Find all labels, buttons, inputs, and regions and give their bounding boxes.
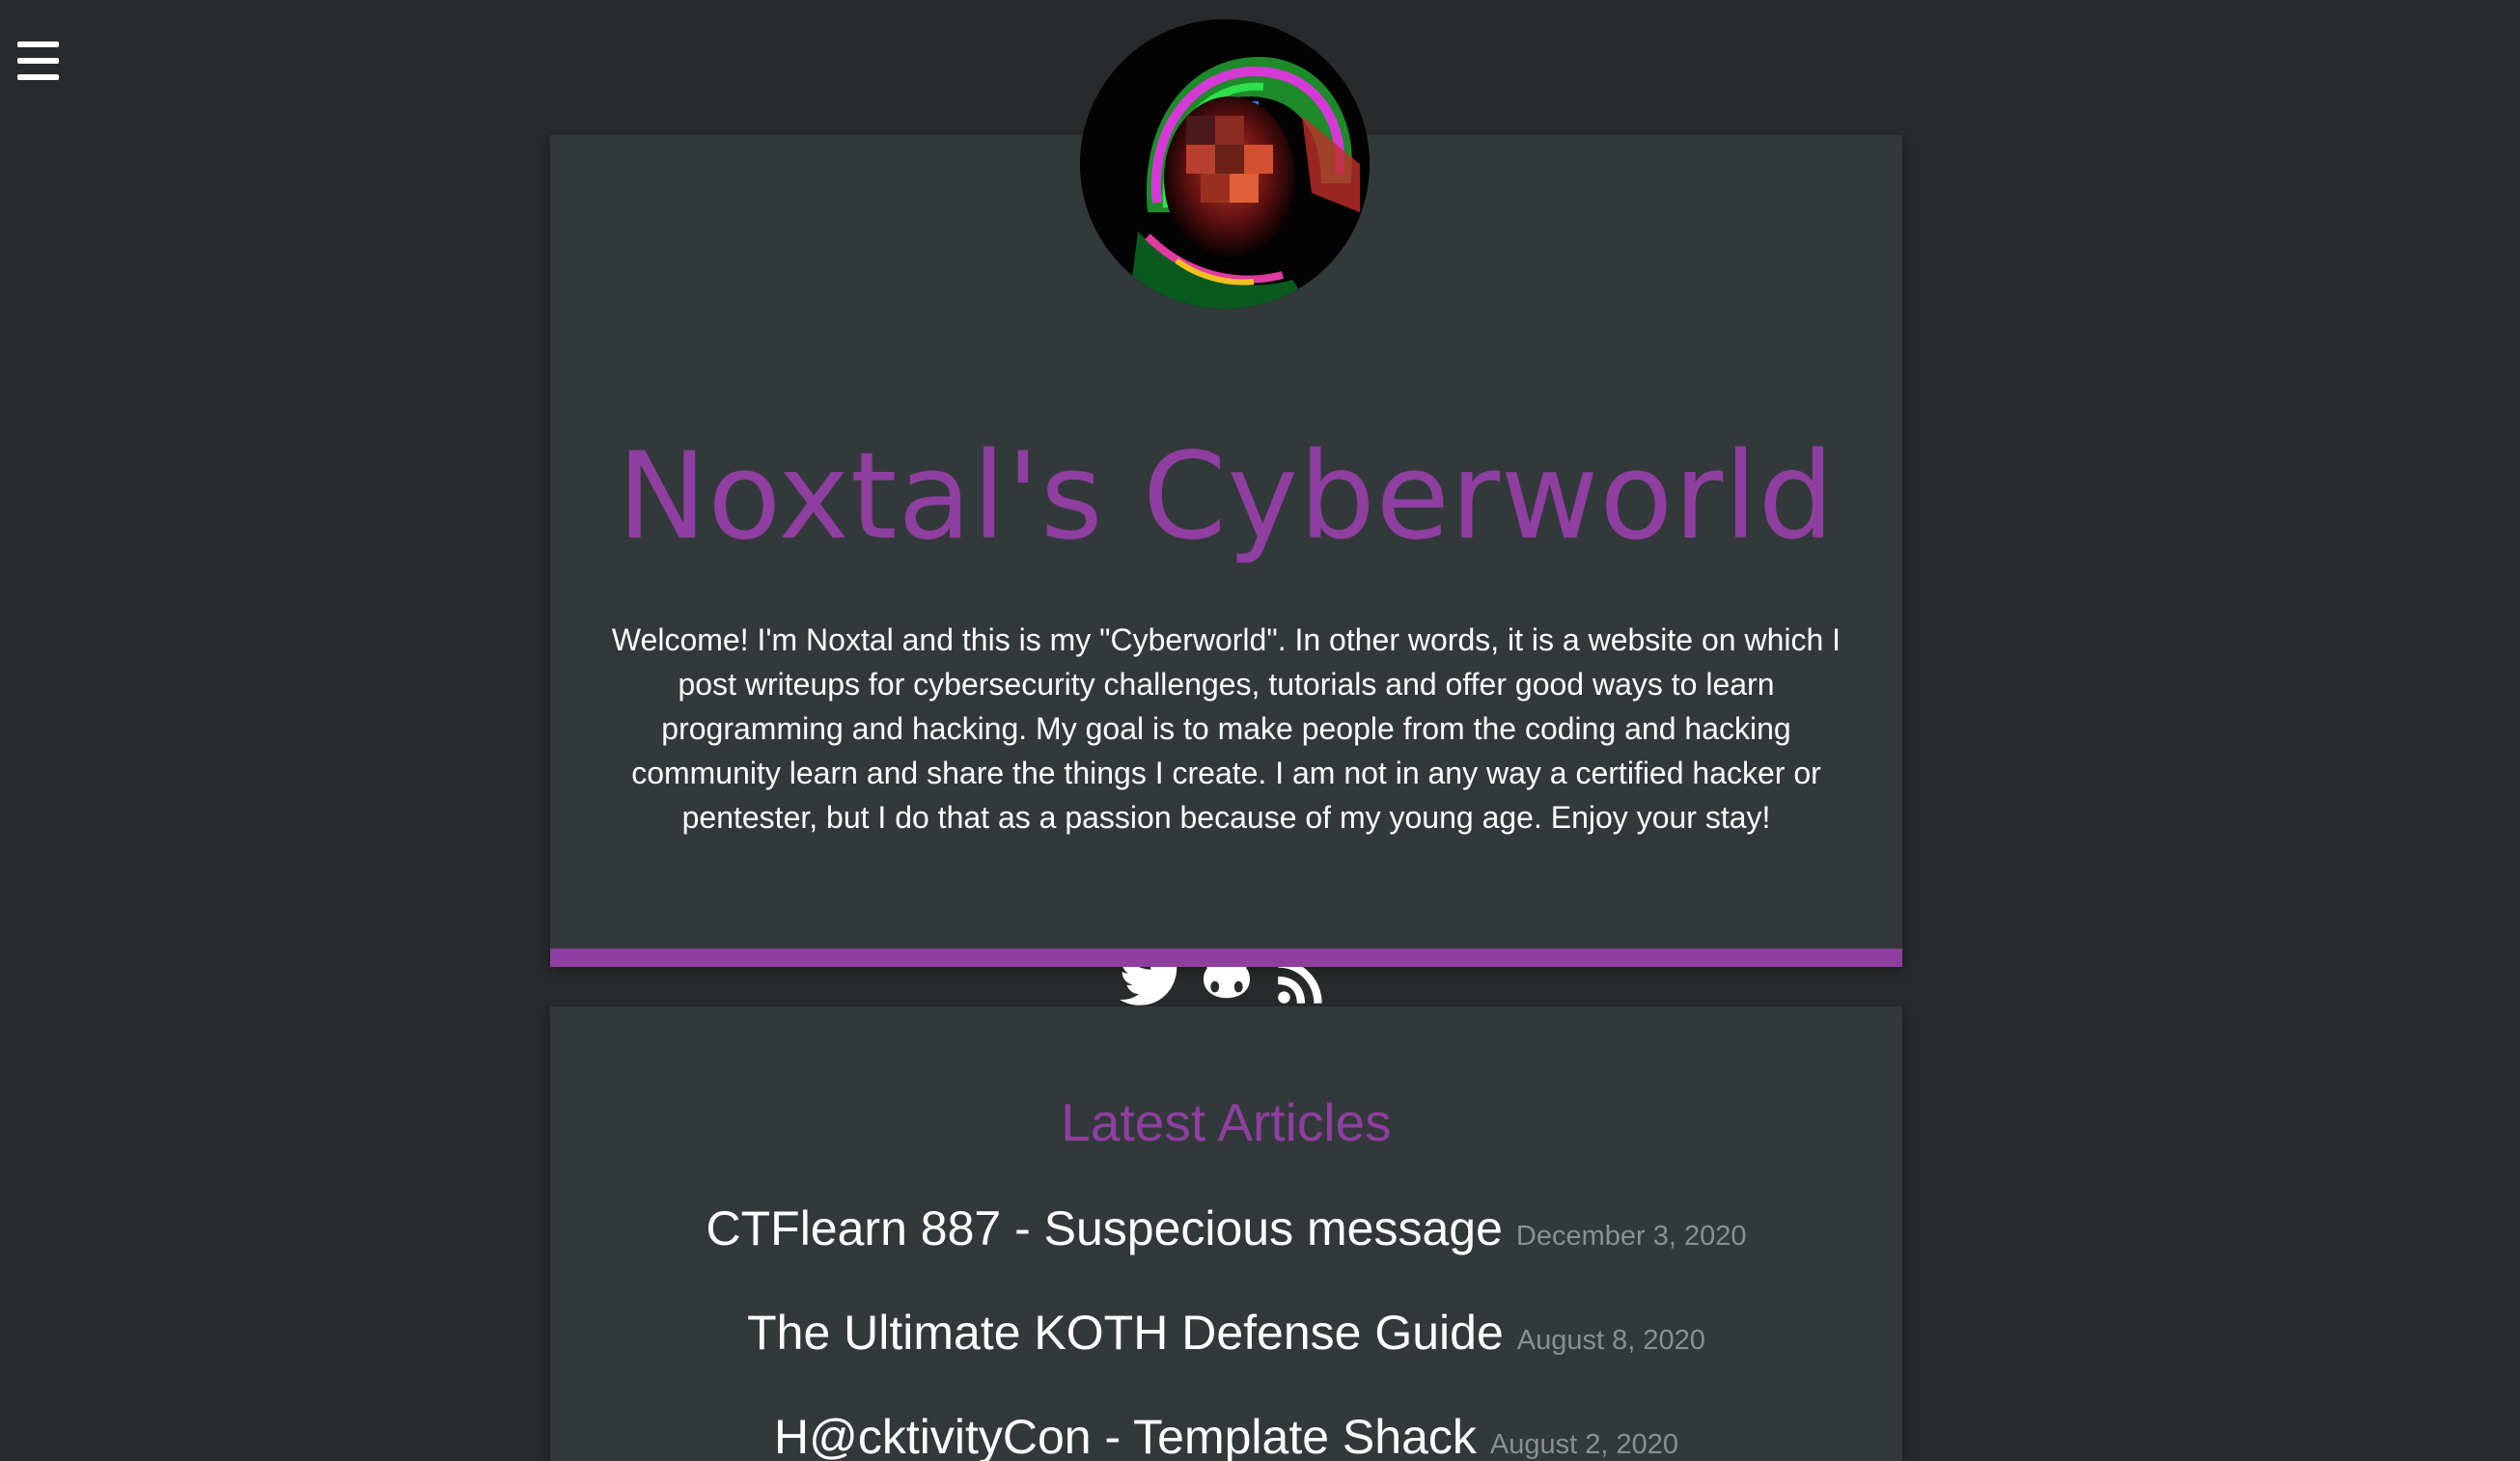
list-item: H@cktivityCon - Template Shack August 2, … bbox=[550, 1398, 1902, 1461]
hero-accent-bar bbox=[550, 949, 1902, 967]
article-link[interactable]: CTFlearn 887 - Suspecious message bbox=[706, 1201, 1503, 1255]
article-date: August 8, 2020 bbox=[1516, 1325, 1705, 1356]
article-link[interactable]: H@cktivityCon - Template Shack bbox=[774, 1410, 1477, 1461]
list-item: CTFlearn 887 - Suspecious message Decembe… bbox=[550, 1190, 1902, 1294]
article-date: August 2, 2020 bbox=[1489, 1429, 1678, 1460]
intro-text: Welcome! I'm Noxtal and this is my "Cybe… bbox=[611, 622, 1842, 835]
page: Noxtal's Cyberworld Welcome! I'm Noxtal … bbox=[0, 0, 2520, 1461]
articles-heading: Latest Articles bbox=[1061, 1092, 1392, 1152]
articles-card: Latest Articles CTFlearn 887 - Suspeciou… bbox=[550, 1006, 1902, 1461]
articles-list: CTFlearn 887 - Suspecious message Decembe… bbox=[550, 1190, 1902, 1461]
list-item: The Ultimate KOTH Defense Guide August 8,… bbox=[550, 1294, 1902, 1398]
profile-avatar bbox=[1080, 19, 1370, 309]
article-date: December 3, 2020 bbox=[1515, 1221, 1747, 1252]
article-link[interactable]: The Ultimate KOTH Defense Guide bbox=[747, 1306, 1504, 1360]
hamburger-menu-icon[interactable] bbox=[17, 41, 59, 80]
site-title: Noxtal's Cyberworld bbox=[617, 427, 1836, 566]
